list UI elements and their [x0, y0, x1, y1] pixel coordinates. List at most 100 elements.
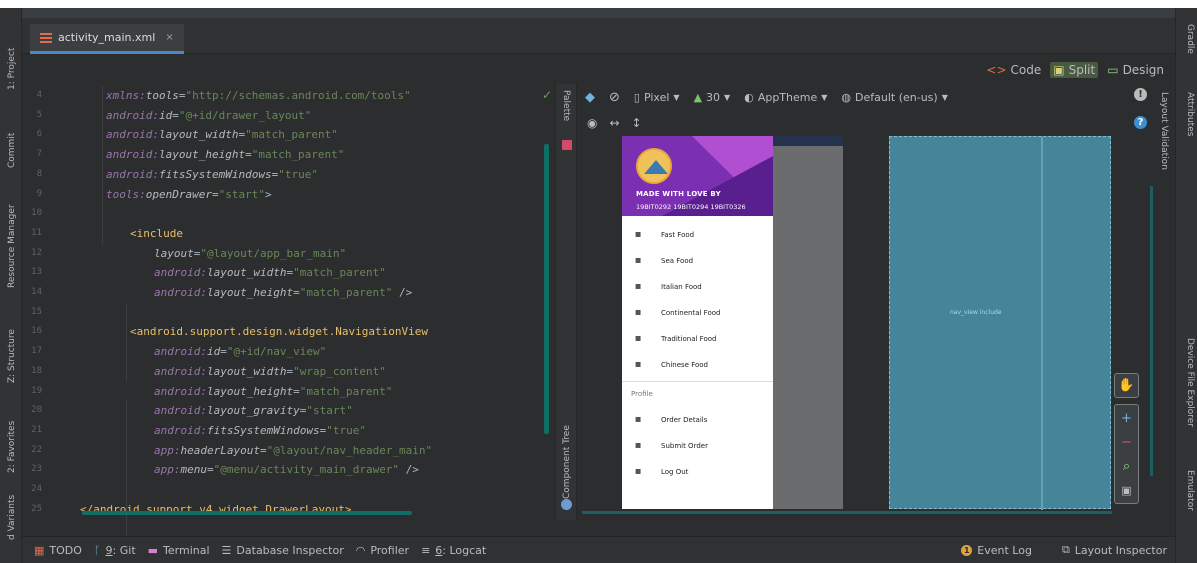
- zoom-in-button[interactable]: +: [1115, 407, 1138, 430]
- menu-item[interactable]: ▪ Order Details: [622, 407, 773, 433]
- code-editor[interactable]: ✓ 4 xmlns:tools="http://schemas.android.c…: [22, 84, 555, 559]
- git-tool[interactable]: ᚴ 9: Git: [94, 544, 136, 557]
- tool-tab-device-file-explorer[interactable]: Device File Explorer: [1179, 338, 1195, 448]
- menu-item[interactable]: ▪ Italian Food: [622, 274, 773, 300]
- menu-item[interactable]: ▪ Sea Food: [622, 248, 773, 274]
- menu-item-label: Order Details: [661, 416, 708, 424]
- menu-item[interactable]: ▪ Fast Food: [622, 222, 773, 248]
- editor-vertical-scrollbar[interactable]: [544, 144, 549, 434]
- code-token: =: [172, 108, 179, 122]
- line-number: 20: [31, 405, 42, 416]
- eye-icon[interactable]: ◉: [587, 116, 597, 130]
- blueprint-view[interactable]: nav_view include: [889, 136, 1111, 510]
- code-line: 11 <include: [22, 224, 542, 244]
- indent-guide: [102, 86, 103, 244]
- code-icon: <>: [986, 63, 1007, 77]
- tool-tab-resource-manager[interactable]: Resource Manager: [3, 188, 19, 288]
- database-inspector-tool[interactable]: ☰ Database Inspector: [222, 544, 344, 557]
- code-token: =: [245, 148, 252, 162]
- line-number: 16: [31, 326, 42, 337]
- code-token: "wrap_content": [293, 364, 386, 378]
- design-canvas[interactable]: MADE WITH LOVE BY 19BIT0292 19BIT0294 19…: [582, 136, 1157, 516]
- code-mode-button[interactable]: <> Code: [983, 62, 1044, 78]
- code-token: id: [206, 345, 221, 359]
- terminal-tool[interactable]: ▬ Terminal: [148, 544, 210, 557]
- code-token: layout_height: [206, 384, 294, 398]
- canvas-vertical-scrollbar[interactable]: [1150, 186, 1153, 476]
- theme-selector[interactable]: ◐ AppTheme ▼: [744, 91, 827, 104]
- tool-tab-structure[interactable]: Z: Structure: [3, 313, 19, 383]
- menu-item-label: Sea Food: [661, 257, 694, 265]
- event-log-tool[interactable]: 1 Event Log: [961, 543, 1032, 557]
- code-line: 7 android:layout_height="match_parent": [22, 145, 542, 165]
- tool-tab-favorites[interactable]: 2: Favorites: [3, 403, 19, 473]
- logout-icon: ▪: [634, 466, 642, 477]
- zoom-out-button[interactable]: −: [1115, 431, 1138, 454]
- design-surface-button[interactable]: ◆: [585, 90, 595, 105]
- tool-tab-layout-validation[interactable]: Layout Validation: [1157, 92, 1175, 212]
- line-number: 14: [31, 287, 42, 297]
- code-token: android:: [106, 108, 159, 122]
- tool-tab-gradle[interactable]: Gradle: [1179, 24, 1195, 74]
- zoom-fit-button[interactable]: ⌕: [1115, 455, 1138, 478]
- code-line: 20 android:layout_gravity="start": [22, 401, 542, 421]
- indent-guide: [126, 302, 127, 382]
- code-token: "@layout/nav_header_main": [266, 443, 433, 457]
- status-bar-right: 1 Event Log ⧉ Layout Inspector: [949, 543, 1167, 557]
- layout-inspector-tool[interactable]: ⧉ Layout Inspector: [1062, 543, 1167, 557]
- todo-tool[interactable]: ▦ TODO: [34, 544, 82, 557]
- warning-icon[interactable]: !: [1134, 88, 1147, 101]
- pan-button[interactable]: ✋: [1114, 373, 1139, 398]
- locale-selector[interactable]: ◍ Default (en-us) ▼: [841, 91, 947, 104]
- code-text: app:headerLayout="@layout/nav_header_mai…: [154, 441, 432, 461]
- dish-icon: ▪: [634, 307, 642, 318]
- menu-item[interactable]: ▪ Continental Food: [622, 300, 773, 326]
- help-icon[interactable]: ?: [1134, 116, 1147, 129]
- tool-tab-emulator[interactable]: Emulator: [1179, 470, 1195, 530]
- code-token: =: [178, 89, 186, 102]
- device-selector[interactable]: ▯ Pixel ▼: [634, 91, 680, 104]
- split-mode-button[interactable]: ▣ Split: [1050, 62, 1099, 78]
- nav-header: MADE WITH LOVE BY 19BIT0292 19BIT0294 19…: [622, 136, 773, 216]
- line-number: 10: [31, 208, 42, 219]
- logcat-tool[interactable]: ≡ 6: Logcat: [421, 544, 486, 557]
- menu-item[interactable]: ▪ Log Out: [622, 459, 773, 485]
- zoom-actual-button[interactable]: ▣: [1115, 479, 1138, 502]
- code-token: layout_gravity: [206, 404, 300, 418]
- horizontal-resize-icon[interactable]: ↔: [609, 116, 619, 130]
- code-text: tools:openDrawer="start">: [106, 185, 272, 205]
- code-token: "start": [218, 187, 265, 201]
- editor-horizontal-scrollbar[interactable]: [82, 511, 412, 515]
- navigation-drawer-preview[interactable]: MADE WITH LOVE BY 19BIT0292 19BIT0294 19…: [622, 136, 773, 509]
- tool-tab-commit[interactable]: Commit: [3, 108, 19, 168]
- vertical-resize-icon[interactable]: ↕: [632, 116, 642, 130]
- orientation-button[interactable]: ⊘: [609, 90, 620, 105]
- code-token: id: [158, 108, 173, 122]
- tool-tab-attributes[interactable]: Attributes: [1179, 92, 1195, 162]
- menu-item-label: Traditional Food: [661, 335, 717, 343]
- menu-item[interactable]: ▪ Chinese Food: [622, 352, 773, 378]
- canvas-horizontal-scrollbar[interactable]: [582, 511, 1112, 514]
- component-tree-tab[interactable]: Component Tree: [560, 419, 574, 499]
- api-selector[interactable]: ▲ 30 ▼: [694, 91, 731, 104]
- code-token: android:: [106, 167, 159, 181]
- menu-item[interactable]: ▪ Submit Order: [622, 433, 773, 459]
- code-line: 21 android:fitsSystemWindows="true": [22, 421, 542, 441]
- code-line: 25 </android.support.v4.widget.DrawerLayo…: [22, 500, 542, 520]
- nav-header-title: MADE WITH LOVE BY: [636, 190, 721, 198]
- tool-tab-build-variants[interactable]: d Variants: [3, 488, 19, 540]
- menu-item-label: Continental Food: [661, 309, 721, 317]
- design-mode-button[interactable]: ▭ Design: [1104, 62, 1167, 78]
- component-tree-icon: [561, 499, 572, 510]
- menu-group-title: Profile: [631, 390, 653, 398]
- file-tab-activity-main[interactable]: activity_main.xml ×: [30, 24, 184, 54]
- tool-tab-project[interactable]: 1: Project: [3, 28, 19, 90]
- code-text: xmlns:tools="http://schemas.android.com/…: [106, 86, 411, 106]
- menu-item[interactable]: ▪ Traditional Food: [622, 326, 773, 352]
- close-icon[interactable]: ×: [165, 32, 173, 43]
- line-number: 17: [31, 346, 42, 357]
- code-token: fitsSystemWindows: [206, 423, 320, 437]
- profiler-tool[interactable]: ◠ Profiler: [356, 544, 409, 557]
- todo-icon: ▦: [34, 543, 45, 557]
- chevron-down-icon: ▼: [673, 92, 680, 102]
